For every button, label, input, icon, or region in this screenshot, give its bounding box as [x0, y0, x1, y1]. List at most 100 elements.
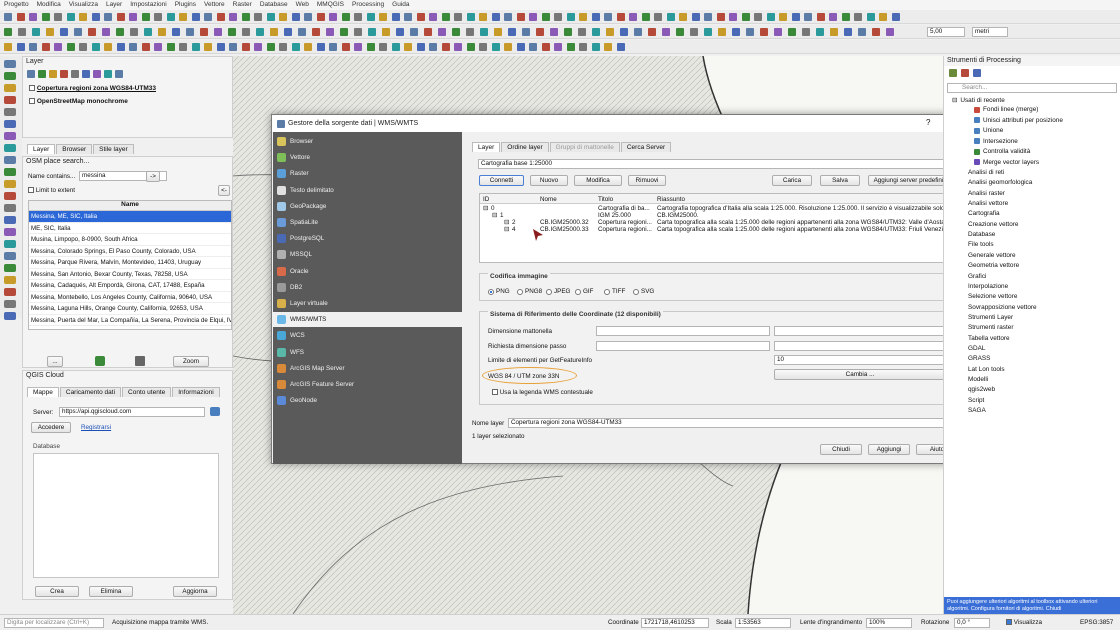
step-width-input[interactable] — [596, 341, 770, 351]
toolbar-tool-icon[interactable] — [4, 28, 12, 36]
tab-gruppi-mattonelle[interactable]: Gruppi di mattonelle — [549, 142, 620, 152]
provider-group[interactable]: GDAL — [968, 345, 985, 352]
toolbar-tool-icon[interactable] — [844, 28, 852, 36]
provider-group[interactable]: Interpolazione — [968, 283, 1008, 290]
table-row[interactable]: ⊟ 2 CB.IGM25000.32 Copertura regioni... Cart… — [480, 219, 951, 226]
toolbar-tool-icon[interactable] — [466, 28, 474, 36]
add-default-servers-button[interactable]: Aggiungi server predefiniti — [868, 175, 952, 186]
provider-group[interactable]: Selezione vettore — [968, 293, 1017, 300]
change-crs-button[interactable]: Cambia ... — [774, 369, 946, 380]
result-row[interactable]: Messina, Montebello, Los Angeles County,… — [29, 292, 231, 303]
tab-ordine-layer[interactable]: Ordine layer — [501, 142, 549, 152]
toolbar-tool-icon[interactable] — [341, 43, 350, 51]
toolbar-tool-icon[interactable] — [354, 28, 362, 36]
table-row[interactable]: ⊟ 4 CB.IGM25000.33 Copertura regioni... Cart… — [480, 226, 951, 233]
vertical-tool-icon[interactable] — [4, 192, 16, 200]
provider-group[interactable]: qgis2web — [968, 386, 995, 393]
toolbar-tool-icon[interactable] — [298, 28, 306, 36]
result-row[interactable]: Musina, Limpopo, 8-0900, South Africa — [29, 234, 231, 246]
toolbar-tool-icon[interactable] — [154, 43, 162, 51]
remove-button[interactable]: Rimuovi — [628, 175, 666, 186]
toolbar-tool-icon[interactable] — [104, 43, 112, 51]
feature-limit-input[interactable]: 10 — [774, 355, 946, 365]
toolbar-tool-icon[interactable] — [179, 13, 187, 21]
menu-visualizza[interactable]: Visualizza — [69, 0, 98, 10]
toolbar-tool-icon[interactable] — [508, 28, 516, 36]
toolbar-tool-icon[interactable] — [66, 43, 75, 51]
layer-tool-icon[interactable] — [93, 70, 101, 78]
rotation-input[interactable]: 0,0 ° — [954, 618, 990, 628]
toolbar-tool-icon[interactable] — [779, 13, 787, 21]
toolbar-tool-icon[interactable] — [166, 13, 175, 21]
toolbar-tool-icon[interactable] — [379, 43, 387, 51]
legend-checkbox[interactable] — [492, 389, 498, 396]
toolbar-tool-icon[interactable] — [368, 28, 376, 36]
toolbar-tool-icon[interactable] — [270, 28, 278, 36]
toolbar-tool-icon[interactable] — [54, 43, 62, 51]
source-arcgis-map-server[interactable]: ArcGIS Map Server — [273, 361, 462, 376]
magnifier-input[interactable]: 100% — [866, 618, 912, 628]
toolbar-tool-icon[interactable] — [316, 13, 325, 21]
toolbar-tool-icon[interactable] — [616, 13, 625, 21]
toolbar-tool-icon[interactable] — [326, 28, 334, 36]
vertical-tool-icon[interactable] — [4, 96, 16, 104]
layer-tool-icon[interactable] — [82, 70, 90, 78]
toolbar-tool-icon[interactable] — [29, 43, 37, 51]
toolbar-tool-icon[interactable] — [216, 13, 225, 21]
save-button[interactable]: Salva — [820, 175, 860, 186]
toolbar-tool-icon[interactable] — [228, 28, 236, 36]
results-icon[interactable] — [973, 69, 981, 77]
expand-icon[interactable]: ⊟ — [483, 205, 488, 212]
register-link[interactable]: Registrarsi — [81, 424, 111, 431]
table-row[interactable]: ⊟ 1 IGM 25.000 CB.IGM25000. — [480, 212, 951, 219]
tab-layer[interactable]: Layer — [27, 144, 56, 154]
tab-cerca-server[interactable]: Cerca Server — [620, 142, 672, 152]
provider-group[interactable]: File tools — [968, 241, 994, 248]
toolbar-tool-icon[interactable] — [340, 28, 348, 36]
tab-mappe[interactable]: Mappe — [27, 387, 59, 397]
render-checkbox[interactable] — [1006, 619, 1012, 626]
toolbar-tool-icon[interactable] — [479, 13, 487, 21]
format-radio-tiff[interactable]: TIFF — [604, 288, 625, 295]
legend-option[interactable]: Usa la legenda WMS contestuale — [492, 389, 593, 396]
toolbar-tool-icon[interactable] — [424, 28, 432, 36]
toolbar-tool-icon[interactable] — [541, 43, 550, 51]
layer-tool-icon[interactable] — [71, 70, 79, 78]
edit-button[interactable]: Modifica — [574, 175, 622, 186]
toolbar-tool-icon[interactable] — [66, 13, 75, 21]
toolbar-tool-icon[interactable] — [91, 43, 100, 51]
vertical-tool-icon[interactable] — [4, 264, 16, 272]
format-radio-png[interactable]: PNG — [488, 288, 510, 295]
new-button[interactable]: Nuovo — [530, 175, 568, 186]
toolbar-tool-icon[interactable] — [816, 13, 825, 21]
toolbar-tool-icon[interactable] — [829, 13, 837, 21]
source-postgresql[interactable]: PostgreSQL — [273, 231, 462, 246]
menu-raster[interactable]: Raster — [233, 0, 252, 10]
result-row[interactable]: ME, SIC, Italia — [29, 223, 231, 234]
toolbar-tool-icon[interactable] — [886, 28, 894, 36]
menu-modifica[interactable]: Modifica — [37, 0, 61, 10]
pin-icon[interactable] — [95, 356, 105, 366]
result-row[interactable]: Messina, Parque Rivera, Malvín, Montevid… — [29, 257, 231, 269]
toolbar-tool-icon[interactable] — [830, 28, 838, 36]
menu-layer[interactable]: Layer — [106, 0, 122, 10]
source-spatialite[interactable]: SpatiaLite — [273, 215, 462, 230]
toolbar-tool-icon[interactable] — [129, 43, 137, 51]
close-button[interactable]: Chiudi — [820, 444, 862, 455]
toolbar-tool-icon[interactable] — [791, 13, 800, 21]
toolbar-tool-icon[interactable] — [648, 28, 656, 36]
crs-status[interactable]: EPSG:3857 — [1080, 615, 1113, 630]
toolbar-tool-icon[interactable] — [662, 28, 670, 36]
toolbar-tool-icon[interactable] — [620, 28, 628, 36]
provider-group[interactable]: Strumenti raster — [968, 324, 1013, 331]
algorithm-item[interactable]: Fondi linee (merge) — [974, 106, 1038, 113]
toolbar-tool-icon[interactable] — [516, 13, 525, 21]
toolbar-tool-icon[interactable] — [491, 43, 500, 51]
result-row[interactable]: Messina, Cadaqués, Alt Empordà, Girona, … — [29, 280, 231, 292]
toolbar-tool-icon[interactable] — [504, 13, 512, 21]
toolbar-tool-icon[interactable] — [91, 13, 100, 21]
toolbar-tool-icon[interactable] — [191, 13, 200, 21]
tab-layer[interactable]: Layer — [472, 142, 501, 152]
toolbar-tool-icon[interactable] — [216, 43, 225, 51]
toolbar-tool-icon[interactable] — [774, 28, 782, 36]
